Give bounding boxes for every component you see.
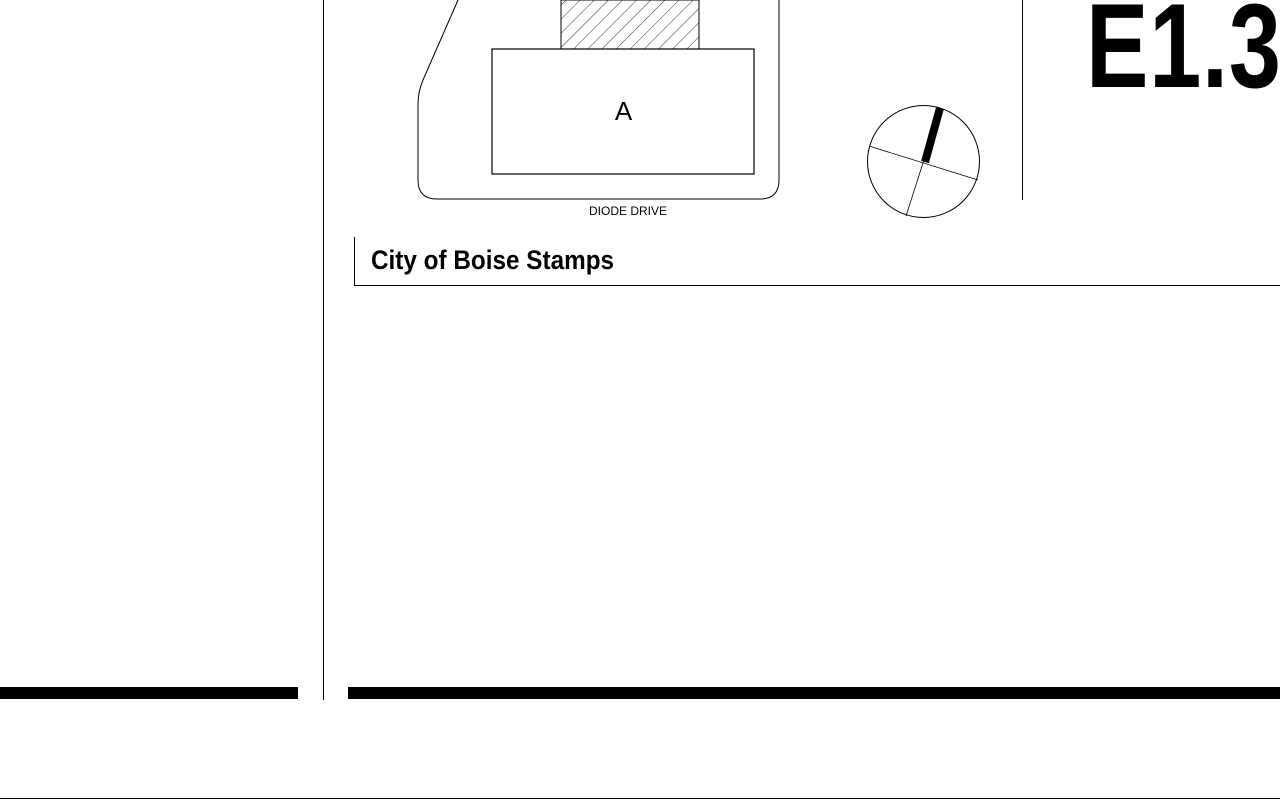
page-bottom-line	[0, 798, 1280, 799]
sheet-divider-left	[323, 0, 324, 700]
hatched-area	[560, 0, 700, 50]
building-label: A	[614, 96, 633, 126]
border-bar-right	[348, 687, 1280, 699]
street-label: DIODE DRIVE	[588, 204, 667, 218]
title-block-divider	[1022, 0, 1023, 200]
north-arrow-icon	[867, 105, 980, 218]
sheet-number: E1.3	[1086, 0, 1280, 113]
stamps-title: City of Boise Stamps	[371, 245, 615, 275]
border-bar-left	[0, 687, 298, 699]
